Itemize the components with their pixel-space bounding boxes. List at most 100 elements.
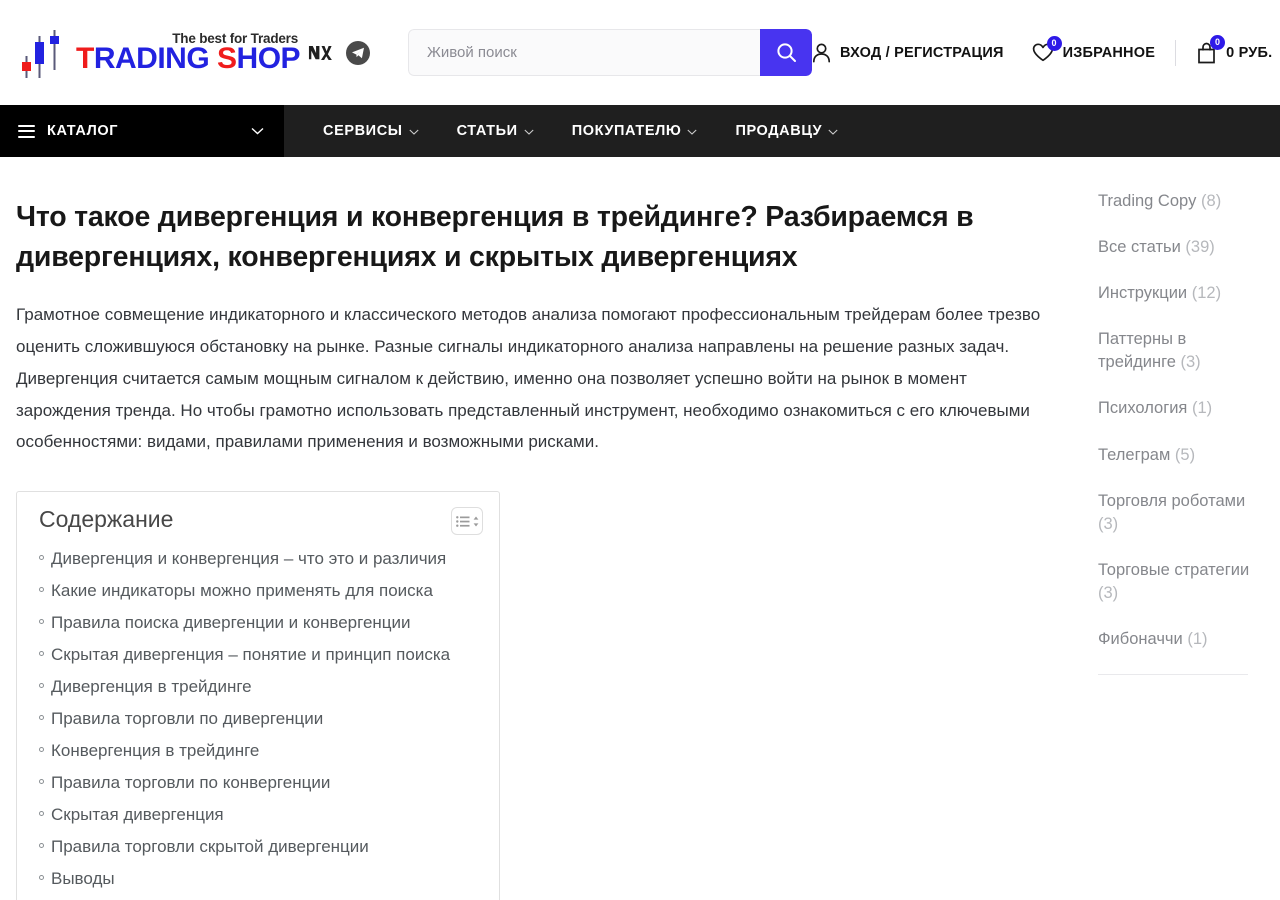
favorites-label: ИЗБРАННОЕ [1062, 44, 1156, 61]
bullet-icon [39, 810, 44, 816]
nav-item-services-label: СЕРВИСЫ [323, 123, 403, 139]
sidebar-item-telegram[interactable]: Телеграм (5) [1098, 444, 1264, 467]
nav-item-buyer[interactable]: ПОКУПАТЕЛЮ [553, 105, 717, 157]
cart-badge: 0 [1210, 34, 1226, 50]
chevron-down-icon [251, 122, 264, 140]
article-lead-paragraph: Грамотное совмещение индикаторного и кла… [16, 305, 1041, 452]
table-of-contents: Содержание Дивергенция и конвергенция – … [16, 491, 500, 900]
sidebar-item-robot-trading[interactable]: Торговля роботами (3) [1098, 490, 1264, 536]
toc-item-label: Выводы [51, 868, 115, 888]
bullet-icon [39, 587, 44, 593]
category-list: Trading Copy (8) Все статьи (39) Инструк… [1098, 190, 1264, 651]
toc-item[interactable]: Дивергенция в трейдинге [29, 672, 483, 704]
category-label: Паттерны в трейдинге [1098, 330, 1187, 372]
sidebar-item-instructions[interactable]: Инструкции (12) [1098, 282, 1264, 305]
nav-item-seller-label: ПРОДАВЦУ [735, 123, 823, 139]
sort-arrows-icon [473, 516, 478, 527]
category-count: (12) [1191, 284, 1222, 303]
bullet-icon [39, 874, 44, 880]
bullet-icon [39, 650, 44, 656]
sidebar-item-psychology[interactable]: Психология (1) [1098, 397, 1264, 420]
header-divider [1175, 39, 1177, 66]
nav-item-seller[interactable]: ПРОДАВЦУ [716, 105, 857, 157]
toc-item[interactable]: Правила торговли по конвергенции [29, 768, 483, 800]
main-navigation: КАТАЛОГ СЕРВИСЫ СТАТЬИ ПОКУПАТЕЛЮ ПРОДАВ… [0, 105, 1280, 157]
category-count: (8) [1201, 192, 1222, 210]
toc-item-label: Какие индикаторы можно применять для пои… [51, 581, 433, 601]
category-count: (3) [1098, 583, 1119, 602]
toc-list: Дивергенция и конвергенция – что это и р… [29, 544, 483, 900]
category-label: Телеграм [1098, 445, 1171, 464]
toc-item[interactable]: Какие индикаторы можно применять для пои… [29, 576, 483, 608]
chevron-down-icon [524, 123, 534, 139]
bullet-icon [39, 555, 44, 561]
logo-letter-s: S [217, 42, 237, 75]
toc-item[interactable]: Скрытая дивергенция [29, 800, 483, 832]
vk-icon[interactable] [308, 40, 334, 66]
login-register-link[interactable]: ВХОД / РЕГИСТРАЦИЯ [812, 43, 1004, 63]
toc-header: Содержание [29, 506, 483, 536]
logo-text-rading: RADING [93, 42, 210, 75]
toc-item[interactable]: Конвергенция в трейдинге [29, 736, 483, 768]
cart-link[interactable]: 0 0 РУБ. [1196, 34, 1272, 64]
cart-icon: 0 [1196, 34, 1226, 64]
nav-items: СЕРВИСЫ СТАТЬИ ПОКУПАТЕЛЮ ПРОДАВЦУ [284, 105, 857, 157]
toc-item-label: Скрытая дивергенция – понятие и принцип … [51, 644, 451, 664]
toc-item-label: Скрытая дивергенция [51, 804, 224, 824]
site-header: The best for Traders TRADING SHOP Живой … [0, 0, 1280, 105]
telegram-icon[interactable] [346, 40, 370, 65]
toc-item[interactable]: Правила поиска дивергенции и конвергенци… [29, 608, 483, 640]
nav-item-buyer-label: ПОКУПАТЕЛЮ [571, 123, 682, 139]
nav-item-articles[interactable]: СТАТЬИ [438, 105, 553, 157]
sidebar-item-trading-strategies[interactable]: Торговые стратегии (3) [1098, 559, 1264, 605]
nav-item-articles-label: СТАТЬИ [456, 123, 518, 139]
sidebar-item-patterns[interactable]: Паттерны в трейдинге (3) [1098, 328, 1264, 374]
category-label: Все статьи [1098, 238, 1181, 257]
chevron-down-icon [687, 123, 698, 139]
article-content: Что такое дивергенция и конвергенция в т… [16, 157, 1066, 900]
toc-item[interactable]: Правила торговли по дивергенции [29, 704, 483, 736]
sidebar-item-trading-copy[interactable]: Trading Copy (8) [1098, 190, 1264, 213]
bullet-icon [39, 619, 44, 624]
toc-item-label: Правила торговли скрытой дивергенции [51, 836, 369, 856]
category-label: Фибоначчи [1098, 630, 1183, 649]
search-input[interactable] [408, 29, 760, 76]
page-body: Что такое дивергенция и конвергенция в т… [0, 157, 1280, 900]
site-logo[interactable]: The best for Traders TRADING SHOP [16, 21, 301, 85]
nav-item-services[interactable]: СЕРВИСЫ [304, 105, 438, 157]
toc-title: Содержание [39, 506, 174, 533]
list-icon [455, 515, 469, 527]
sidebar-item-all-articles[interactable]: Все статьи (39) [1098, 236, 1264, 259]
logo-text-hop: HOP [236, 42, 301, 75]
toc-item[interactable]: Дивергенция и конвергенция – что это и р… [29, 544, 483, 576]
bullet-icon [39, 842, 44, 848]
candlestick-icon [16, 24, 74, 82]
sidebar-item-fibonacci[interactable]: Фибоначчи (1) [1098, 628, 1264, 651]
toc-item[interactable]: Выводы [29, 864, 483, 896]
toc-item[interactable]: Правила торговли скрытой дивергенции [29, 832, 483, 864]
toc-item-label: Правила торговли по дивергенции [51, 708, 324, 728]
category-count: (1) [1187, 630, 1208, 649]
bullet-icon [39, 714, 44, 720]
toc-item-label: Конвергенция в трейдинге [51, 740, 260, 760]
toc-item[interactable]: Есть вопрос? [29, 895, 483, 900]
catalog-button[interactable]: КАТАЛОГ [0, 105, 284, 157]
search-box [408, 29, 812, 76]
toc-item-label: Дивергенция и конвергенция – что это и р… [51, 549, 447, 569]
login-register-label: ВХОД / РЕГИСТРАЦИЯ [840, 44, 1004, 61]
logo-wordmark: TRADING SHOP [76, 42, 301, 75]
toc-item-label: Правила торговли по конвергенции [51, 772, 331, 792]
search-button[interactable] [760, 29, 812, 76]
favorites-link[interactable]: 0 ИЗБРАННОЕ [1032, 36, 1156, 62]
category-label: Психология [1098, 399, 1188, 418]
category-count: (3) [1180, 353, 1201, 372]
toc-item[interactable]: Скрытая дивергенция – понятие и принцип … [29, 640, 483, 672]
sidebar-divider [1098, 674, 1248, 676]
bullet-icon [39, 682, 44, 688]
social-links [308, 40, 370, 66]
category-label: Торговля роботами [1098, 491, 1246, 510]
toc-item-label: Правила поиска дивергенции и конвергенци… [51, 613, 411, 632]
toc-item-label: Дивергенция в трейдинге [51, 676, 252, 696]
bullet-icon [39, 746, 44, 752]
toc-toggle-button[interactable] [451, 507, 483, 536]
